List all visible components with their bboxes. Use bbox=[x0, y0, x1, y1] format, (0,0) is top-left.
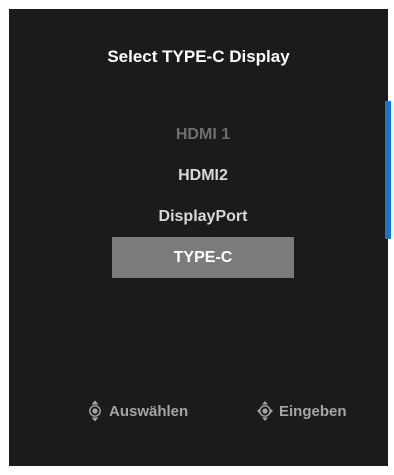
joystick-up-down-icon bbox=[89, 400, 101, 422]
menu-title: Select TYPE-C Display bbox=[107, 47, 290, 66]
option-hdmi2[interactable]: HDMI2 bbox=[112, 155, 294, 196]
option-displayport[interactable]: DisplayPort bbox=[112, 196, 294, 237]
option-type-c[interactable]: TYPE-C bbox=[112, 237, 294, 278]
option-hdmi1: HDMI 1 bbox=[175, 126, 231, 143]
select-hint: Auswählen bbox=[86, 399, 188, 423]
enter-hint: Eingeben bbox=[256, 399, 347, 423]
select-hint-label: Auswählen bbox=[109, 402, 189, 420]
enter-hint-label: Eingeben bbox=[279, 402, 347, 420]
scroll-indicator[interactable] bbox=[385, 101, 391, 239]
osd-panel: Select TYPE-C Display HDMI 1 HDMI2 Displ… bbox=[9, 9, 391, 466]
input-options-list: HDMI 1 HDMI2 DisplayPort TYPE-C bbox=[112, 114, 294, 278]
joystick-press-icon bbox=[257, 401, 273, 421]
